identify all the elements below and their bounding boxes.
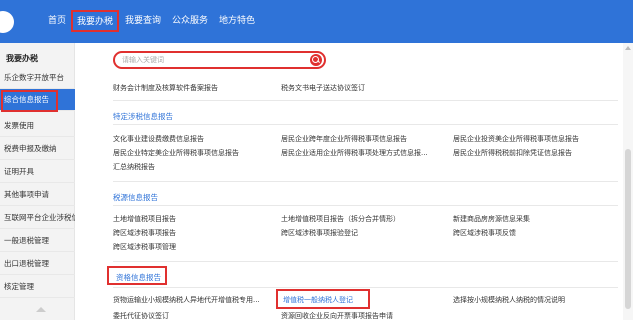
- sidebar-item-refund[interactable]: 一般退税管理: [0, 230, 75, 252]
- divider: [113, 205, 618, 206]
- link-specific-us[interactable]: 居民企业特定美企业所得税事项信息报告: [113, 148, 278, 158]
- link-small-scale[interactable]: 选择按小规模纳税人纳税的情况说明: [453, 295, 565, 305]
- sidebar-item-info-report[interactable]: 综合信息报告: [0, 89, 75, 111]
- sidebar-item-leqi[interactable]: 乐企数字开放平台: [0, 67, 75, 89]
- sidebar-item-export-refund[interactable]: 出口退税管理: [0, 253, 75, 275]
- link-transport-invoice[interactable]: 货物运输业小规模纳税人异地代开增值税专用...: [113, 295, 278, 305]
- link-recycling[interactable]: 资源回收企业反向开票事项报告申请: [281, 311, 393, 320]
- link-cross-year[interactable]: 居民企业跨年度企业所得税事项信息报告: [281, 134, 449, 144]
- link-electronic-delivery[interactable]: 税务文书电子送达协议签订: [281, 83, 365, 93]
- main-content: 财务会计制度及核算软件备案报告 税务文书电子送达协议签订 特定涉税信息报告 文化…: [76, 43, 621, 320]
- link-entrusted[interactable]: 委托代征协议签订: [113, 311, 169, 320]
- nav-home[interactable]: 首页: [48, 15, 66, 27]
- nav-tax-handling[interactable]: 我要办税: [71, 10, 120, 32]
- divider: [113, 181, 618, 182]
- link-new-house[interactable]: 新建商品房房源信息采集: [453, 214, 530, 224]
- link-cross-manage[interactable]: 跨区域涉税事项管理: [113, 242, 176, 252]
- nav-public-service[interactable]: 公众服务: [172, 15, 208, 27]
- link-culture-fee[interactable]: 文化事业建设费缴费信息报告: [113, 134, 273, 144]
- search-box: [113, 51, 326, 69]
- link-invest-us[interactable]: 居民企业投资美企业所得税事项信息报告: [453, 134, 621, 144]
- sidebar-item-declare-pay[interactable]: 税费申报及缴纳: [0, 138, 75, 160]
- link-handling-method[interactable]: 居民企业适用企业所得税事项处理方式信息报...: [281, 148, 449, 158]
- divider: [113, 124, 618, 125]
- link-cross-report[interactable]: 跨区域涉税事项报告: [113, 228, 176, 238]
- section-title-special: 特定涉税信息报告: [113, 112, 173, 121]
- link-land-project[interactable]: 土地增值税项目报告: [113, 214, 176, 224]
- divider: [113, 100, 618, 101]
- section-title-qualification: 资格信息报告: [116, 273, 161, 282]
- divider: [113, 261, 618, 262]
- scroll-thumb[interactable]: [625, 149, 631, 309]
- link-cross-register[interactable]: 跨区域涉税事项报验登记: [281, 228, 358, 238]
- link-cross-feedback[interactable]: 跨区域涉税事项反馈: [453, 228, 516, 238]
- scroll-up-icon[interactable]: [625, 46, 631, 50]
- link-accounting-filing[interactable]: 财务会计制度及核算软件备案报告: [113, 83, 218, 93]
- nav-query[interactable]: 我要查询: [125, 15, 161, 27]
- sidebar: 我要办税 乐企数字开放平台 综合信息报告 发票使用 税费申报及缴纳 证明开具 其…: [0, 43, 75, 320]
- sidebar-item-other-request[interactable]: 其他事项申请: [0, 184, 75, 206]
- sidebar-item-invoice[interactable]: 发票使用: [0, 115, 75, 137]
- scroll-up-icon[interactable]: [36, 307, 46, 312]
- top-nav-bar: 首页 我要办税 我要查询 公众服务 地方特色: [0, 0, 633, 43]
- scrollbar[interactable]: [623, 43, 633, 320]
- link-land-split[interactable]: 土地增值税项目报告（拆分合并情形）: [281, 214, 449, 224]
- sidebar-item-assessment[interactable]: 核定管理: [0, 276, 75, 298]
- sidebar-item-certificate[interactable]: 证明开具: [0, 161, 75, 183]
- link-consolidated[interactable]: 汇总纳税报告: [113, 162, 155, 172]
- divider: [113, 287, 618, 288]
- nav-local-features[interactable]: 地方特色: [219, 15, 255, 27]
- logo-icon: [0, 11, 14, 33]
- search-input[interactable]: [122, 54, 302, 66]
- search-icon[interactable]: [310, 54, 322, 66]
- sidebar-item-platform-report[interactable]: 互联网平台企业涉税信息报送: [0, 207, 75, 229]
- link-deduction-voucher[interactable]: 居民企业所得税税前扣除凭证信息报告: [453, 148, 621, 158]
- link-general-taxpayer[interactable]: 增值税一般纳税人登记: [283, 295, 353, 305]
- sidebar-title: 我要办税: [6, 54, 38, 63]
- section-title-source: 税源信息报告: [113, 193, 158, 202]
- clipped-row: [113, 74, 618, 82]
